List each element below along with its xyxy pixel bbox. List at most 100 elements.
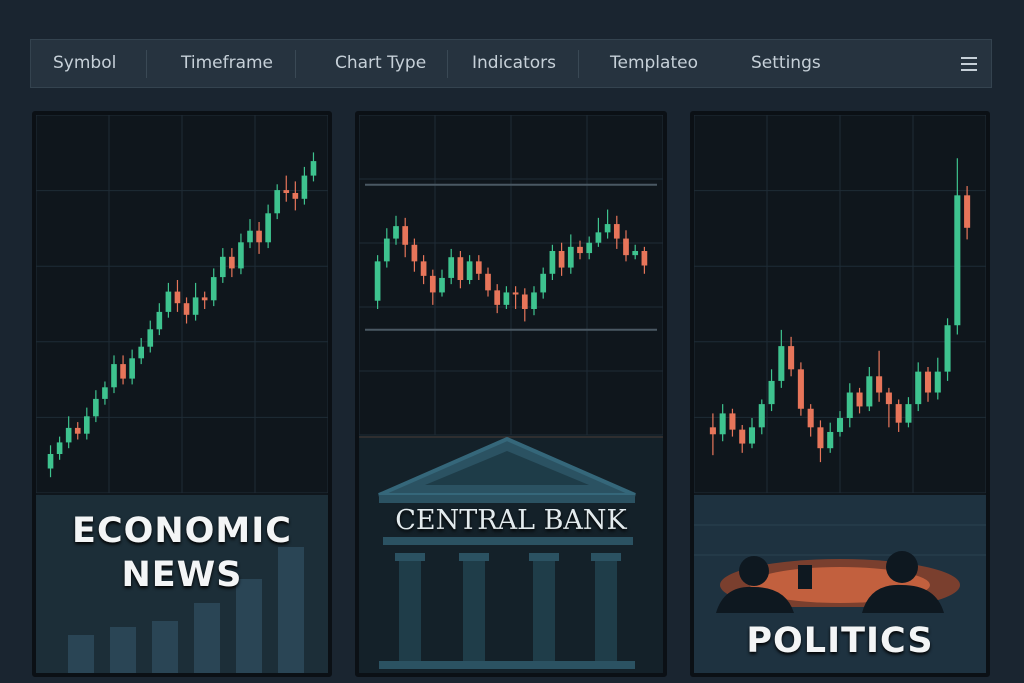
bullish-candle bbox=[531, 292, 537, 309]
bullish-candle bbox=[944, 325, 951, 372]
bullish-candle bbox=[503, 292, 510, 305]
bearish-candle bbox=[475, 261, 482, 274]
bullish-candle bbox=[102, 387, 108, 399]
bearish-candle bbox=[174, 291, 181, 304]
toolbar-divider bbox=[447, 50, 448, 78]
bearish-candle bbox=[521, 294, 528, 309]
bullish-candle bbox=[93, 398, 99, 417]
bullish-candle bbox=[540, 273, 547, 293]
economic-news-caption: ECONOMIC NEWS bbox=[36, 509, 328, 597]
bullish-candle bbox=[393, 226, 399, 239]
bearish-candle bbox=[292, 193, 299, 199]
bullish-candle bbox=[192, 297, 199, 315]
bullish-candle bbox=[147, 329, 154, 347]
bearish-candle bbox=[429, 275, 436, 293]
central-bank-card: CENTRAL BANK bbox=[359, 435, 663, 673]
timeframe-menu[interactable]: Timeframe bbox=[181, 40, 273, 87]
toolbar-divider bbox=[295, 50, 296, 78]
bullish-candle bbox=[448, 257, 455, 278]
settings-menu[interactable]: Settings bbox=[751, 40, 821, 87]
chart-svg bbox=[359, 115, 663, 435]
chart-svg bbox=[36, 115, 328, 493]
bullish-candle bbox=[846, 392, 853, 419]
central-bank-caption: CENTRAL BANK bbox=[395, 505, 627, 536]
bullish-candle bbox=[374, 261, 381, 301]
bearish-candle bbox=[964, 195, 971, 228]
bullish-candle bbox=[111, 364, 117, 388]
bearish-candle bbox=[895, 404, 902, 423]
caption-line: NEWS bbox=[121, 555, 243, 595]
bullish-candle bbox=[439, 277, 445, 293]
illustration-bar bbox=[68, 635, 94, 673]
panel-central-bank: CENTRAL BANK bbox=[355, 111, 667, 677]
illustration-bar bbox=[152, 621, 178, 673]
bullish-candle bbox=[595, 232, 602, 243]
bearish-candle bbox=[623, 238, 629, 256]
templates-menu[interactable]: Templateo bbox=[610, 40, 698, 87]
bullish-candle bbox=[632, 251, 639, 256]
bullish-candle bbox=[836, 418, 844, 432]
bullish-candle bbox=[567, 246, 574, 268]
bullish-candle bbox=[915, 371, 922, 405]
column bbox=[399, 561, 421, 661]
bearish-candle bbox=[709, 427, 716, 435]
panel-politics: POLITICS bbox=[690, 111, 990, 677]
bullish-candle bbox=[768, 380, 775, 405]
bearish-candle bbox=[411, 244, 418, 262]
bearish-candle bbox=[485, 273, 491, 291]
bearish-candle bbox=[74, 427, 81, 434]
bearish-candle bbox=[201, 297, 208, 301]
economic-news-card: ECONOMIC NEWS bbox=[36, 495, 328, 673]
range-candlestick-chart[interactable] bbox=[359, 115, 663, 435]
bearish-candle bbox=[457, 257, 464, 280]
bearish-candle bbox=[807, 408, 814, 428]
bearish-candle bbox=[797, 369, 804, 409]
bullish-candle bbox=[866, 376, 873, 407]
bullish-candle bbox=[238, 242, 244, 269]
bullish-candle bbox=[56, 442, 63, 454]
bearish-candle bbox=[729, 413, 736, 430]
bullish-candle bbox=[138, 346, 145, 359]
column bbox=[595, 561, 617, 661]
symbol-menu[interactable]: Symbol bbox=[53, 40, 116, 87]
bullish-candle bbox=[758, 404, 765, 428]
bullish-candle bbox=[219, 256, 226, 278]
hamburger-menu-icon[interactable] bbox=[961, 54, 977, 74]
bearish-candle bbox=[817, 427, 824, 449]
bearish-candle bbox=[402, 226, 409, 245]
bullish-candle bbox=[778, 346, 785, 381]
bullish-candle bbox=[274, 190, 281, 214]
bullish-candle bbox=[310, 161, 317, 176]
bearish-candle bbox=[577, 246, 583, 254]
indicators-menu[interactable]: Indicators bbox=[472, 40, 556, 87]
illustration-bar bbox=[194, 603, 220, 673]
column bbox=[533, 561, 555, 661]
bearish-candle bbox=[283, 190, 290, 193]
toolbar-divider bbox=[146, 50, 147, 78]
bullish-candle bbox=[466, 261, 473, 280]
bearish-candle bbox=[420, 261, 427, 276]
bearish-candle bbox=[558, 251, 565, 268]
bearish-candle bbox=[876, 376, 883, 393]
toolbar-divider bbox=[578, 50, 579, 78]
bearish-candle bbox=[856, 392, 863, 407]
bearish-candle bbox=[641, 251, 648, 266]
bullish-candle bbox=[748, 427, 756, 444]
bearish-candle bbox=[512, 292, 519, 295]
bank-building-icon bbox=[359, 436, 663, 669]
bearish-candle bbox=[788, 346, 795, 370]
chart-type-menu[interactable]: Chart Type bbox=[335, 40, 426, 87]
bearish-candle bbox=[120, 364, 126, 379]
bearish-candle bbox=[256, 230, 262, 243]
bullish-candle bbox=[719, 413, 726, 435]
spike-candlestick-chart[interactable] bbox=[694, 115, 986, 493]
bullish-candle bbox=[549, 251, 556, 274]
bullish-candle bbox=[83, 416, 90, 434]
uptrend-candlestick-chart[interactable] bbox=[36, 115, 328, 493]
bullish-candle bbox=[165, 291, 172, 312]
microphone-icon bbox=[798, 565, 812, 589]
politics-caption: POLITICS bbox=[746, 621, 934, 661]
bearish-candle bbox=[885, 392, 892, 405]
bearish-candle bbox=[739, 429, 746, 444]
bullish-candle bbox=[47, 454, 54, 469]
